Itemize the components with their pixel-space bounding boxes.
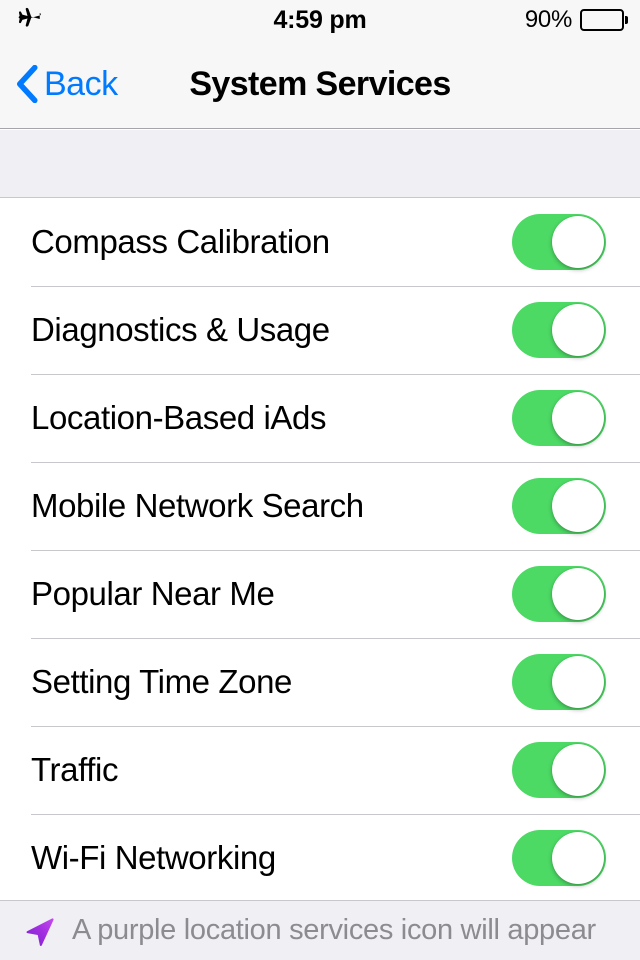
row-label: Traffic [31,751,512,789]
toggle-knob [552,392,604,444]
status-bar: 4:59 pm 90% [0,0,640,40]
toggle-knob [552,568,604,620]
toggle-switch-location-based-iads[interactable] [512,390,606,446]
toggle-knob [552,480,604,532]
battery-icon [580,8,628,32]
ios-settings-screen: 4:59 pm 90% Back System Services [0,0,640,960]
toggle-switch-setting-time-zone[interactable] [512,654,606,710]
toggle-knob [552,832,604,884]
toggle-switch-wifi-networking[interactable] [512,830,606,886]
toggle-knob [552,304,604,356]
table-row[interactable]: Traffic [0,726,640,814]
toggle-switch-traffic[interactable] [512,742,606,798]
row-label: Popular Near Me [31,575,512,613]
back-button-label: Back [44,65,118,104]
battery-percentage: 90% [525,6,572,34]
row-label: Diagnostics & Usage [31,311,512,349]
battery-cap [625,16,628,24]
table-row[interactable]: Diagnostics & Usage [0,286,640,374]
battery-body [580,9,624,31]
navigation-bar: Back System Services [0,40,640,129]
table-row[interactable]: Popular Near Me [0,550,640,638]
chevron-left-icon [16,65,38,103]
table-row[interactable]: Location-Based iAds [0,374,640,462]
row-label: Setting Time Zone [31,663,512,701]
row-label: Mobile Network Search [31,487,512,525]
table-row[interactable]: Wi-Fi Networking [0,814,640,902]
toggle-knob [552,656,604,708]
toggle-switch-compass-calibration[interactable] [512,214,606,270]
row-label: Wi-Fi Networking [31,839,512,877]
table-row[interactable]: Compass Calibration [0,198,640,286]
location-services-arrow-icon [22,914,56,948]
table-row[interactable]: Mobile Network Search [0,462,640,550]
toggle-switch-popular-near-me[interactable] [512,566,606,622]
row-label: Location-Based iAds [31,399,512,437]
row-label: Compass Calibration [31,223,512,261]
system-services-list: Compass Calibration Diagnostics & Usage … [0,198,640,902]
table-row[interactable]: Setting Time Zone [0,638,640,726]
toggle-switch-diagnostics-usage[interactable] [512,302,606,358]
section-footer: A purple location services icon will app… [0,900,640,960]
status-bar-time: 4:59 pm [273,6,366,35]
status-bar-right: 90% [525,0,628,40]
toggle-knob [552,744,604,796]
toggle-switch-mobile-network-search[interactable] [512,478,606,534]
toggle-knob [552,216,604,268]
section-header-spacer [0,130,640,198]
section-footer-text: A purple location services icon will app… [72,914,596,947]
back-button[interactable]: Back [16,40,118,128]
